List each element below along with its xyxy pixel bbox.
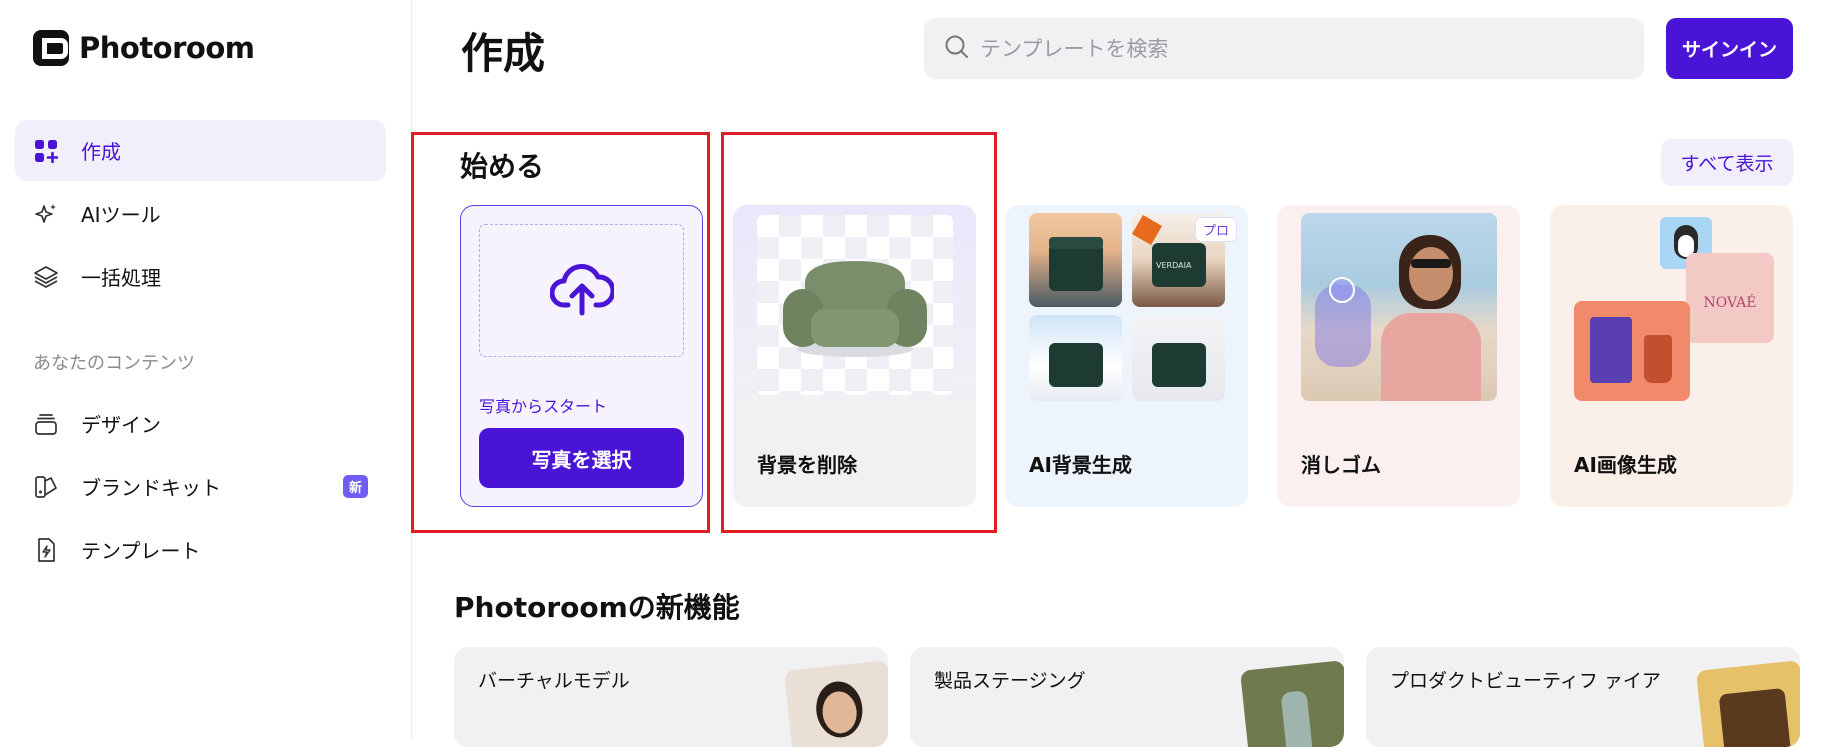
sidebar-item-label: デザイン	[81, 413, 161, 437]
ai-image-collage: NOVAÉ	[1574, 215, 1774, 401]
signin-button[interactable]: サインイン	[1666, 18, 1793, 79]
feature-card-product-beautifier[interactable]: プロダクトビューティフ ァイア	[1366, 647, 1800, 747]
product-staging-thumbnail	[1240, 660, 1344, 747]
drop-zone[interactable]	[479, 224, 684, 357]
upload-card[interactable]: 写真からスタート 写真を選択	[460, 205, 703, 507]
feature-label: バーチャルモデル	[478, 670, 630, 692]
cloud-upload-icon	[549, 261, 616, 321]
feature-label: プロダクトビューティフ ァイア	[1390, 670, 1661, 692]
brand-kit-icon	[33, 474, 59, 500]
sidebar-item-label: AIツール	[81, 203, 161, 227]
brand-logo[interactable]: Photoroom	[33, 30, 255, 66]
search-icon	[944, 34, 970, 64]
template-bolt-icon	[33, 537, 59, 563]
brand-name: Photoroom	[79, 31, 255, 65]
show-all-button[interactable]: すべて表示	[1661, 139, 1793, 186]
sidebar-item-ai-tools[interactable]: AIツール	[15, 183, 386, 244]
sidebar-item-brand-kit[interactable]: ブランドキット 新	[15, 456, 386, 517]
sidebar: Photoroom 作成 AIツール 一括処理 あなたのコンテンツ デザイン ブ…	[0, 0, 412, 739]
whats-new-title: Photoroomの新機能	[454, 591, 740, 624]
product-shot-1	[1029, 213, 1122, 307]
sidebar-item-batch[interactable]: 一括処理	[15, 246, 386, 307]
tool-label: AI背景生成	[1029, 453, 1132, 477]
feature-label: 製品ステージング	[934, 670, 1086, 692]
feature-card-product-staging[interactable]: 製品ステージング	[910, 647, 1344, 747]
product-beautifier-thumbnail	[1696, 660, 1800, 747]
tool-label: AI画像生成	[1574, 453, 1677, 477]
upload-hint: 写真からスタート	[479, 397, 608, 416]
sidebar-item-label: 作成	[81, 140, 121, 164]
page-title: 作成	[461, 29, 546, 78]
sparkles-icon	[33, 201, 59, 227]
sidebar-item-create[interactable]: 作成	[15, 120, 386, 181]
tool-card-ai-image[interactable]: NOVAÉ AI画像生成	[1550, 205, 1793, 507]
tool-label: 背景を削除	[757, 453, 857, 477]
template-search[interactable]	[924, 18, 1644, 79]
tool-label: 消しゴム	[1301, 453, 1381, 477]
sofa-chair-image	[783, 261, 927, 357]
start-section-title: 始める	[460, 150, 545, 183]
layers-icon	[33, 264, 59, 290]
search-input[interactable]	[980, 36, 1600, 61]
feature-card-virtual-model[interactable]: バーチャルモデル	[454, 647, 888, 747]
coffee-thumb	[1574, 301, 1690, 401]
sidebar-item-label: ブランドキット	[81, 476, 221, 500]
sidebar-item-label: 一括処理	[81, 266, 161, 290]
novae-brand-text: NOVAÉ	[1703, 295, 1757, 311]
remove-bg-thumbnail	[733, 205, 976, 405]
novae-thumb: NOVAÉ	[1686, 253, 1774, 343]
sidebar-item-templates[interactable]: テンプレート	[15, 519, 386, 580]
your-content-heading: あなたのコンテンツ	[33, 353, 195, 374]
pro-badge: プロ	[1195, 217, 1238, 242]
tool-card-eraser[interactable]: 消しゴム	[1277, 205, 1520, 507]
eraser-photo	[1301, 213, 1497, 401]
sidebar-item-label: テンプレート	[81, 539, 201, 563]
product-brand-text: VERDAIA	[1156, 261, 1192, 270]
photoroom-logo-icon	[33, 30, 69, 66]
sidebar-item-designs[interactable]: デザイン	[15, 393, 386, 454]
tool-card-remove-background[interactable]: 背景を削除	[733, 205, 976, 507]
product-shot-4	[1132, 315, 1225, 401]
virtual-model-thumbnail	[784, 660, 888, 747]
new-badge: 新	[342, 475, 368, 498]
grid-plus-icon	[33, 138, 59, 164]
tool-card-ai-background[interactable]: VERDAIA プロ AI背景生成	[1005, 205, 1248, 507]
product-shot-3	[1029, 315, 1122, 401]
select-photo-button[interactable]: 写真を選択	[479, 428, 684, 488]
stack-icon	[33, 411, 59, 437]
